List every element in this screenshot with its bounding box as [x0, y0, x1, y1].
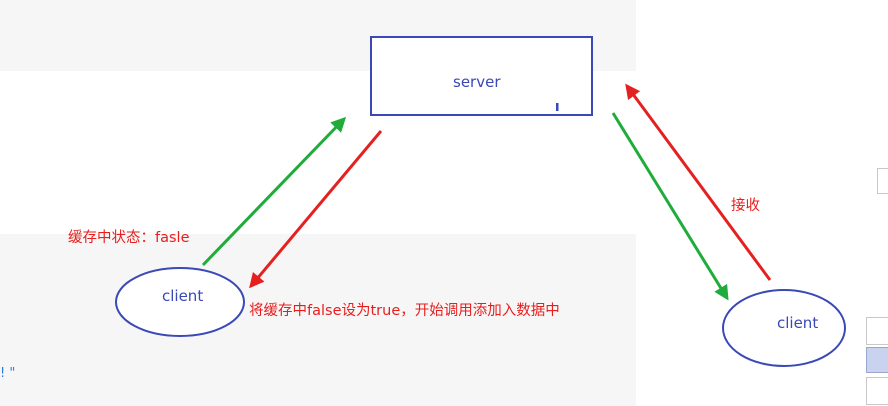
edge-text-fragment: ! "	[0, 366, 16, 381]
arrow-client-to-server	[201, 116, 347, 267]
side-thumbnail-2	[866, 317, 888, 345]
receive-annotation: 接收	[731, 198, 760, 214]
side-thumbnail-3	[866, 347, 888, 373]
server-label: server	[453, 73, 501, 91]
arrow-server-to-right-client	[611, 112, 729, 301]
side-thumbnail-4	[866, 377, 888, 405]
client-right-label: client	[777, 314, 819, 332]
set-true-annotation: 将缓存中false设为true，开始调用添加入数据中	[249, 303, 560, 319]
cache-state-annotation: 缓存中状态：fasle	[68, 230, 190, 246]
client-left-label: client	[162, 287, 204, 305]
server-cursor-mark	[556, 103, 559, 111]
side-thumbnail-1	[877, 168, 888, 194]
arrow-server-to-client	[249, 130, 383, 289]
